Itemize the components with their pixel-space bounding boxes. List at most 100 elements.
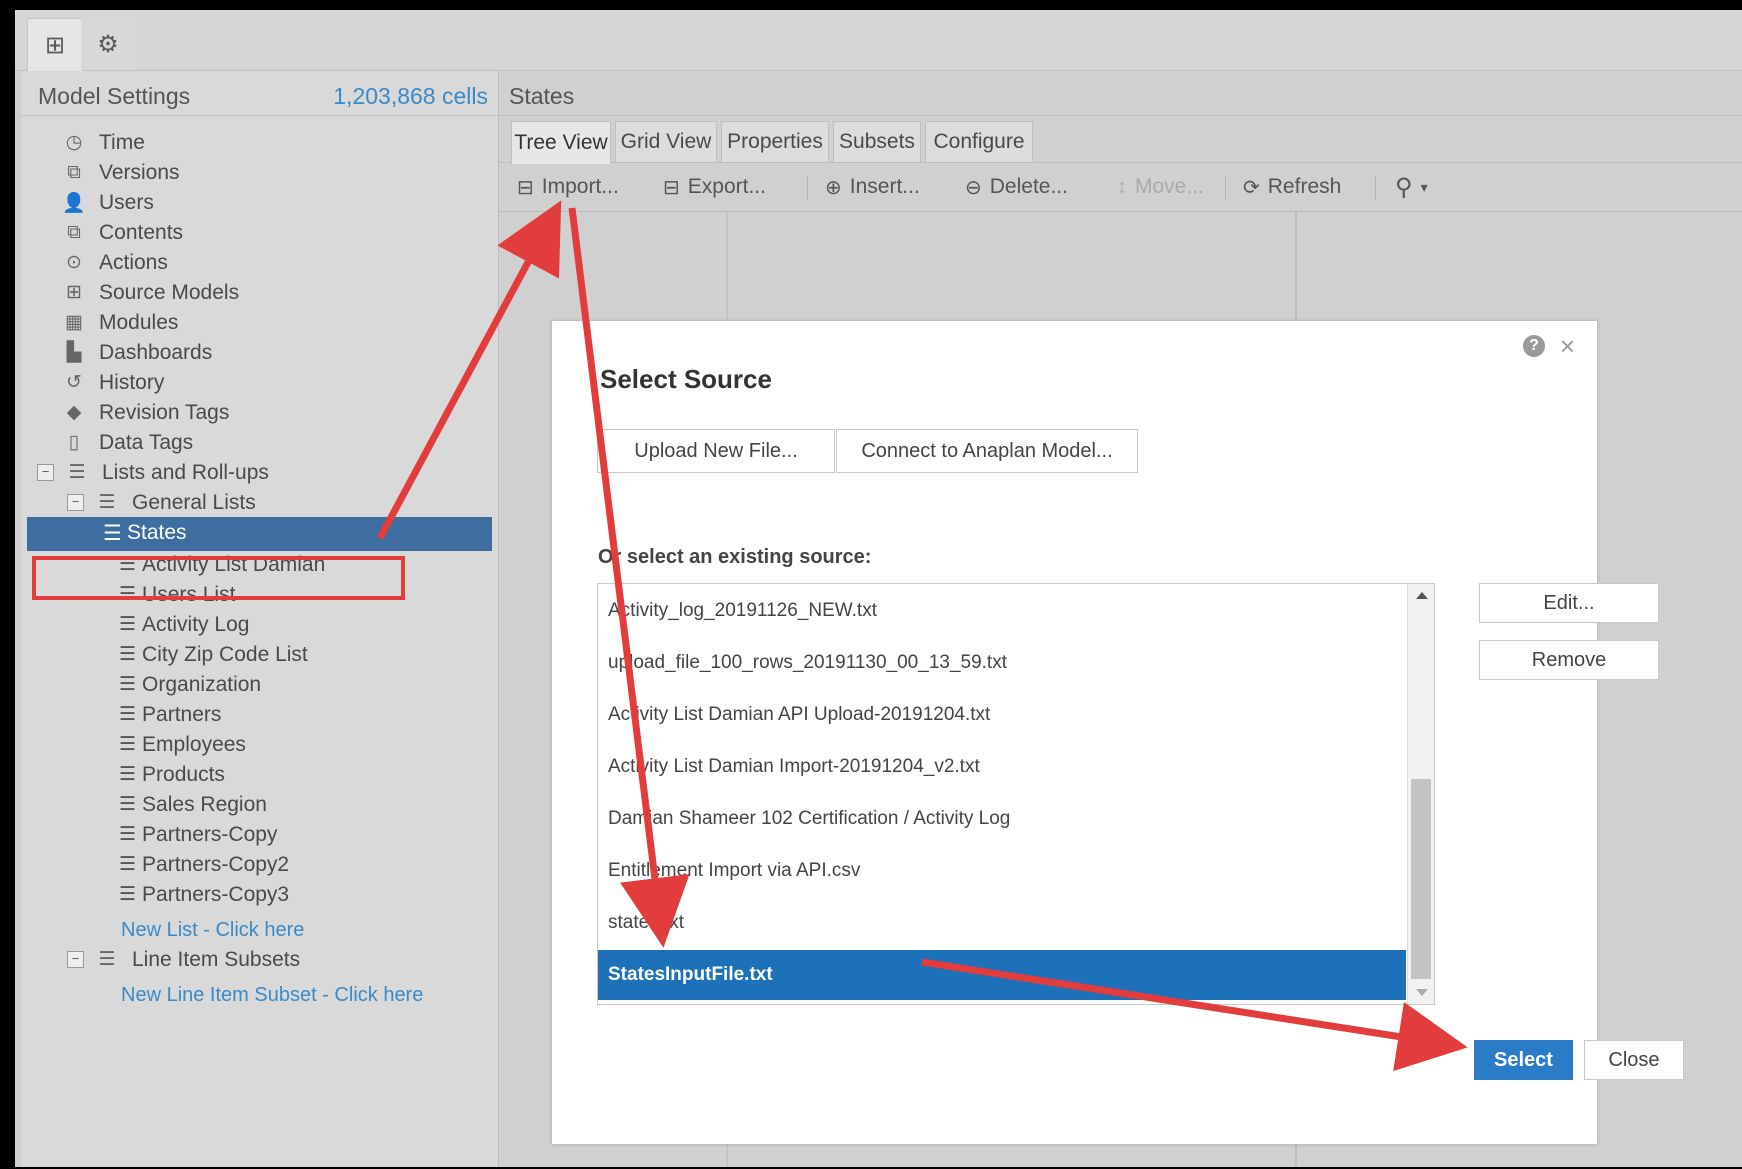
versions-icon: ⧉ bbox=[67, 161, 81, 183]
list-item[interactable]: Damian Shameer 102 Certification / Activ… bbox=[598, 794, 1406, 844]
list-item-selected[interactable]: StatesInputFile.txt bbox=[598, 950, 1406, 1000]
edit-button[interactable]: Edit... bbox=[1479, 583, 1659, 623]
sidebar-item-label: General Lists bbox=[132, 490, 256, 514]
list-item[interactable]: Activity_log_20191126_NEW.txt bbox=[598, 586, 1406, 636]
toolbar: ⊟ Import... ⊟ Export... ⊕ Insert... ⊖ Delete… bbox=[499, 163, 1742, 212]
list-icon: ☰ bbox=[119, 704, 137, 725]
cell-count: 1,203,868 cells bbox=[333, 83, 488, 109]
collapse-icon[interactable]: − bbox=[67, 951, 84, 968]
tab-properties[interactable]: Properties bbox=[721, 121, 829, 162]
list-item[interactable]: ☰ Sales Region bbox=[119, 788, 267, 821]
list-item[interactable]: Entitlement Import via API.csv bbox=[598, 846, 1406, 896]
export-button[interactable]: ⊟ Export... bbox=[663, 173, 766, 201]
sidebar-item-label: Data Tags bbox=[99, 430, 194, 454]
list-item[interactable]: ☰ Organization bbox=[119, 668, 261, 701]
user-icon: 👤 bbox=[62, 192, 86, 214]
play-circle-icon: ⊙ bbox=[66, 252, 82, 273]
connect-to-anaplan-model-button[interactable]: Connect to Anaplan Model... bbox=[836, 429, 1138, 473]
tab-configure[interactable]: Configure bbox=[925, 121, 1033, 162]
list-item[interactable]: ☰ Partners-Copy3 bbox=[119, 878, 289, 911]
list-icon: ☰ bbox=[119, 764, 137, 785]
sidebar-item-label: Line Item Subsets bbox=[132, 947, 301, 971]
sidebar-item-label: Contents bbox=[99, 220, 184, 244]
gear-icon[interactable]: ⚙ bbox=[81, 18, 135, 70]
list-icon: ☰ bbox=[119, 884, 137, 905]
list-item[interactable]: ☰ City Zip Code List bbox=[119, 638, 308, 671]
source-list[interactable]: Activity_log_20191126_NEW.txt upload_fil… bbox=[597, 583, 1435, 1005]
sidebar-item-revision-tags[interactable]: ◆ Revision Tags bbox=[61, 396, 230, 429]
model-settings-sidebar: Model Settings 1,203,868 cells ◷ Time ⧉ Ve… bbox=[21, 71, 499, 1167]
sidebar-item-modules[interactable]: ▦ Modules bbox=[61, 306, 178, 339]
delete-label: Delete... bbox=[989, 175, 1068, 198]
sidebar-item-actions[interactable]: ⊙ Actions bbox=[61, 246, 168, 279]
collapse-icon[interactable]: − bbox=[37, 464, 54, 481]
select-button[interactable]: Select bbox=[1474, 1040, 1573, 1080]
list-item[interactable]: Activity List Damian API Upload-20191204… bbox=[598, 690, 1406, 740]
scrollbar[interactable] bbox=[1407, 584, 1434, 1004]
plus-circle-icon: ⊕ bbox=[825, 176, 842, 199]
tab-tree-view[interactable]: Tree View bbox=[511, 121, 611, 164]
scroll-thumb[interactable] bbox=[1411, 779, 1431, 979]
sidebar-item-data-tags[interactable]: ▯ Data Tags bbox=[61, 426, 193, 459]
new-line-item-subset-link[interactable]: New Line Item Subset - Click here bbox=[121, 984, 423, 1007]
import-button[interactable]: ⊟ Import... bbox=[517, 173, 619, 201]
scroll-up-arrow-icon[interactable] bbox=[1416, 592, 1428, 599]
sidebar-item-dashboards[interactable]: ▙ Dashboards bbox=[61, 336, 213, 369]
new-list-link[interactable]: New List - Click here bbox=[121, 919, 304, 942]
sidebar-item-label: Modules bbox=[99, 310, 179, 334]
page-title: States bbox=[509, 83, 575, 109]
delete-button[interactable]: ⊖ Delete... bbox=[965, 173, 1068, 201]
list-item[interactable]: Activity List Damian Import-20191204_v2.… bbox=[598, 742, 1406, 792]
sidebar-item-history[interactable]: ↺ History bbox=[61, 366, 164, 399]
list-item[interactable]: states.txt bbox=[598, 898, 1406, 948]
sidebar-item-versions[interactable]: ⧉ Versions bbox=[61, 156, 179, 189]
import-icon: ⊟ bbox=[517, 176, 534, 199]
main-header: States bbox=[499, 71, 1742, 116]
collapse-icon[interactable]: − bbox=[67, 494, 84, 511]
sidebar-item-users[interactable]: 👤 Users bbox=[61, 186, 154, 219]
sidebar-item-time[interactable]: ◷ Time bbox=[61, 126, 145, 159]
view-tabs: Tree View Grid View Properties Subsets C… bbox=[499, 115, 1742, 164]
list-icon: ☰ bbox=[119, 854, 137, 875]
list-icon: ☰ bbox=[103, 522, 122, 545]
tag-icon: ◆ bbox=[66, 402, 82, 423]
model-tree-icon[interactable]: ⊞ bbox=[27, 18, 83, 71]
sidebar-item-contents[interactable]: ⧉ Contents bbox=[61, 216, 183, 249]
list-item[interactable]: ☰ Partners-Copy bbox=[119, 818, 277, 851]
close-button[interactable]: Close bbox=[1584, 1040, 1684, 1080]
upload-new-file-button[interactable]: Upload New File... bbox=[597, 429, 835, 473]
scroll-down-arrow-icon[interactable] bbox=[1416, 989, 1428, 996]
sidebar-item-lists-and-rollups[interactable]: − ☰ Lists and Roll-ups bbox=[37, 456, 269, 489]
list-item-label: Partners bbox=[142, 702, 222, 726]
list-item[interactable]: ☰ Employees bbox=[119, 728, 246, 761]
help-icon[interactable]: ? bbox=[1523, 335, 1545, 357]
move-button[interactable]: ↕ Move... bbox=[1117, 173, 1204, 201]
list-item[interactable]: ☰ Partners-Copy2 bbox=[119, 848, 289, 881]
list-icon: ☰ bbox=[119, 614, 137, 635]
list-item-states-selected[interactable]: ☰ States bbox=[27, 517, 492, 551]
sidebar-item-line-item-subsets[interactable]: − ☰ Line Item Subsets bbox=[67, 943, 300, 976]
sidebar-item-source-models[interactable]: ⊞ Source Models bbox=[61, 276, 239, 309]
export-icon: ⊟ bbox=[663, 176, 680, 199]
list-item[interactable]: ☰ Partners bbox=[119, 698, 221, 731]
annotation-highlight-box bbox=[32, 556, 405, 600]
search-dropdown-button[interactable]: ⚲ ▾ bbox=[1395, 173, 1428, 201]
sidebar-item-general-lists[interactable]: − ☰ General Lists bbox=[67, 486, 256, 519]
sidebar-item-label: Actions bbox=[99, 250, 168, 274]
remove-button[interactable]: Remove bbox=[1479, 640, 1659, 680]
list-icon: ☰ bbox=[119, 644, 137, 665]
tab-subsets[interactable]: Subsets bbox=[833, 121, 921, 162]
list-item[interactable]: ☰ Activity Log bbox=[119, 608, 249, 641]
list-item[interactable]: upload_file_100_rows_20191130_00_13_59.t… bbox=[598, 638, 1406, 688]
refresh-button[interactable]: ⟳ Refresh bbox=[1243, 173, 1341, 201]
sidebar-item-label: Revision Tags bbox=[99, 400, 230, 424]
history-icon: ↺ bbox=[66, 372, 82, 393]
list-item[interactable]: ☰ Products bbox=[119, 758, 225, 791]
dashboard-icon: ▙ bbox=[66, 342, 82, 363]
close-icon[interactable]: × bbox=[1560, 331, 1575, 362]
move-icon: ↕ bbox=[1117, 175, 1127, 198]
insert-button[interactable]: ⊕ Insert... bbox=[825, 173, 920, 201]
tab-grid-view[interactable]: Grid View bbox=[615, 121, 717, 162]
toolbar-divider bbox=[807, 175, 808, 201]
list-item-label: City Zip Code List bbox=[142, 642, 308, 666]
